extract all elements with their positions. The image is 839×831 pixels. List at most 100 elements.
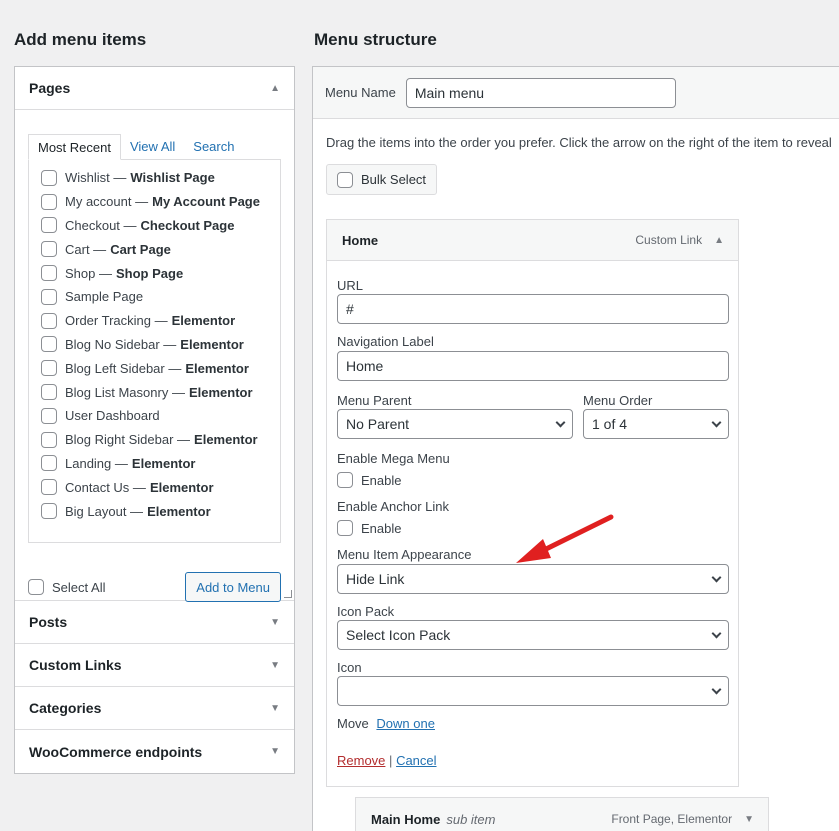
menu-item-header[interactable]: Home Custom Link ▲: [327, 220, 738, 261]
page-dash: —: [129, 479, 146, 495]
expand-arrow-icon[interactable]: ▼: [270, 617, 280, 628]
categories-accordion-header[interactable]: Categories ▼: [15, 687, 294, 730]
add-to-menu-button[interactable]: Add to Menu: [185, 572, 281, 602]
list-item[interactable]: Wishlist — Wishlist Page: [41, 166, 268, 190]
list-item[interactable]: Sample Page: [41, 285, 268, 309]
menu-item-appearance-value: Hide Link: [346, 571, 405, 587]
page-checkbox[interactable]: [41, 193, 57, 210]
list-item[interactable]: Cart — Cart Page: [41, 237, 268, 261]
page-tag: Shop Page: [116, 265, 184, 281]
menu-item-appearance-label: Menu Item Appearance: [337, 547, 472, 562]
navigation-label-input[interactable]: Home: [337, 351, 729, 381]
menu-order-value: 1 of 4: [592, 416, 628, 432]
page-checkbox[interactable]: [41, 407, 57, 424]
sub-item-title: Main Home: [371, 811, 441, 827]
page-checkbox[interactable]: [41, 455, 57, 472]
page-name: My account: [65, 194, 132, 210]
page-checkbox[interactable]: [41, 169, 57, 186]
enable-mega-menu-row[interactable]: Enable: [337, 472, 401, 488]
page-checkbox[interactable]: [41, 503, 57, 520]
collapse-arrow-icon[interactable]: ▲: [270, 83, 280, 94]
page-tag: Elementor: [147, 503, 211, 519]
list-item[interactable]: Checkout — Checkout Page: [41, 214, 268, 238]
page-tag: Elementor: [149, 479, 214, 495]
page-dash: —: [173, 432, 191, 448]
move-row: Move Down one: [337, 716, 435, 731]
bulk-select-button[interactable]: Bulk Select: [326, 164, 438, 195]
icon-select[interactable]: [337, 676, 729, 706]
page-checkbox[interactable]: [41, 241, 57, 258]
add-menu-items-panel: Pages ▲ Most Recent View All Search Wish…: [14, 66, 295, 774]
select-all-checkbox[interactable]: [28, 579, 44, 595]
list-item[interactable]: Blog Right Sidebar — Elementor: [41, 428, 268, 452]
list-item[interactable]: Contact Us — Elementor: [41, 475, 268, 499]
page-checkbox[interactable]: [41, 265, 57, 282]
resize-handle[interactable]: [284, 590, 292, 598]
page-name: Blog List Masonry: [65, 384, 169, 400]
menu-name-label: Menu Name: [325, 85, 396, 100]
url-input[interactable]: #: [337, 294, 729, 324]
page-name: Wishlist: [65, 170, 110, 186]
page-tag: Wishlist Page: [130, 170, 215, 186]
select-all-row[interactable]: Select All: [28, 579, 105, 595]
page-checkbox[interactable]: [41, 336, 57, 353]
menu-order-label: Menu Order: [583, 393, 653, 408]
expand-arrow-icon[interactable]: ▼: [744, 814, 754, 825]
enable-anchor-link-checkbox[interactable]: [337, 520, 353, 536]
tab-view-all[interactable]: View All: [121, 134, 184, 160]
list-item[interactable]: Landing — Elementor: [41, 452, 268, 476]
remove-link[interactable]: Remove: [337, 753, 385, 768]
page-tag: Elementor: [171, 313, 236, 329]
enable-mega-menu-label: Enable Mega Menu: [337, 451, 450, 466]
pages-accordion-body: Most Recent View All Search Wishlist — Wi…: [15, 110, 294, 602]
page-checkbox[interactable]: [41, 312, 57, 329]
page-dash: —: [159, 336, 177, 352]
menu-item-type: Custom Link: [635, 233, 703, 247]
list-item[interactable]: Blog List Masonry — Elementor: [41, 380, 268, 404]
list-item[interactable]: Big Layout — Elementor: [41, 499, 268, 523]
list-item[interactable]: Shop — Shop Page: [41, 261, 268, 285]
menu-name-input[interactable]: Main menu: [405, 77, 676, 108]
enable-anchor-link-row[interactable]: Enable: [337, 520, 401, 536]
page-dash: —: [150, 313, 168, 329]
posts-accordion-header[interactable]: Posts ▼: [15, 601, 294, 644]
collapse-arrow-icon[interactable]: ▲: [714, 235, 724, 246]
icon-pack-select[interactable]: Select Icon Pack: [337, 620, 729, 650]
page-tag: Elementor: [185, 360, 249, 376]
bulk-select-checkbox[interactable]: [337, 171, 353, 188]
expand-arrow-icon[interactable]: ▼: [270, 746, 280, 757]
page-checkbox[interactable]: [41, 217, 57, 234]
categories-heading: Categories: [29, 700, 102, 716]
page-checkbox[interactable]: [41, 384, 57, 401]
icon-pack-label: Icon Pack: [337, 604, 395, 619]
expand-arrow-icon[interactable]: ▼: [270, 703, 280, 714]
menu-parent-select[interactable]: No Parent: [337, 409, 573, 439]
woocommerce-endpoints-accordion-header[interactable]: WooCommerce endpoints ▼: [15, 730, 294, 773]
list-item[interactable]: My account — My Account Page: [41, 190, 268, 214]
tab-most-recent[interactable]: Most Recent: [28, 134, 121, 160]
custom-links-accordion-header[interactable]: Custom Links ▼: [15, 644, 294, 687]
move-down-one-link[interactable]: Down one: [376, 716, 435, 731]
page-tag: Elementor: [131, 455, 196, 471]
list-item[interactable]: User Dashboard: [41, 404, 268, 428]
page-checkbox[interactable]: [41, 360, 57, 377]
cancel-link[interactable]: Cancel: [396, 753, 436, 768]
menu-order-select[interactable]: 1 of 4: [583, 409, 729, 439]
chevron-down-icon: [711, 417, 722, 427]
list-item[interactable]: Order Tracking — Elementor: [41, 309, 268, 333]
menu-item-main-home[interactable]: Main Home sub item Front Page, Elementor …: [355, 797, 769, 831]
chevron-down-icon: [711, 628, 722, 638]
pages-footer: Select All Add to Menu: [28, 572, 281, 602]
pages-list: Wishlist — Wishlist Page My account — My Ac…: [28, 159, 281, 543]
tab-search[interactable]: Search: [184, 134, 243, 160]
sub-item-note: sub item: [446, 811, 496, 827]
page-checkbox[interactable]: [41, 479, 57, 496]
list-item[interactable]: Blog Left Sidebar — Elementor: [41, 356, 268, 380]
page-checkbox[interactable]: [41, 288, 57, 305]
list-item[interactable]: Blog No Sidebar — Elementor: [41, 333, 268, 357]
enable-mega-menu-checkbox[interactable]: [337, 472, 353, 488]
pages-accordion-header[interactable]: Pages ▲: [15, 67, 294, 110]
expand-arrow-icon[interactable]: ▼: [270, 660, 280, 671]
page-checkbox[interactable]: [41, 431, 57, 448]
enable-mega-menu-text: Enable: [361, 472, 402, 488]
